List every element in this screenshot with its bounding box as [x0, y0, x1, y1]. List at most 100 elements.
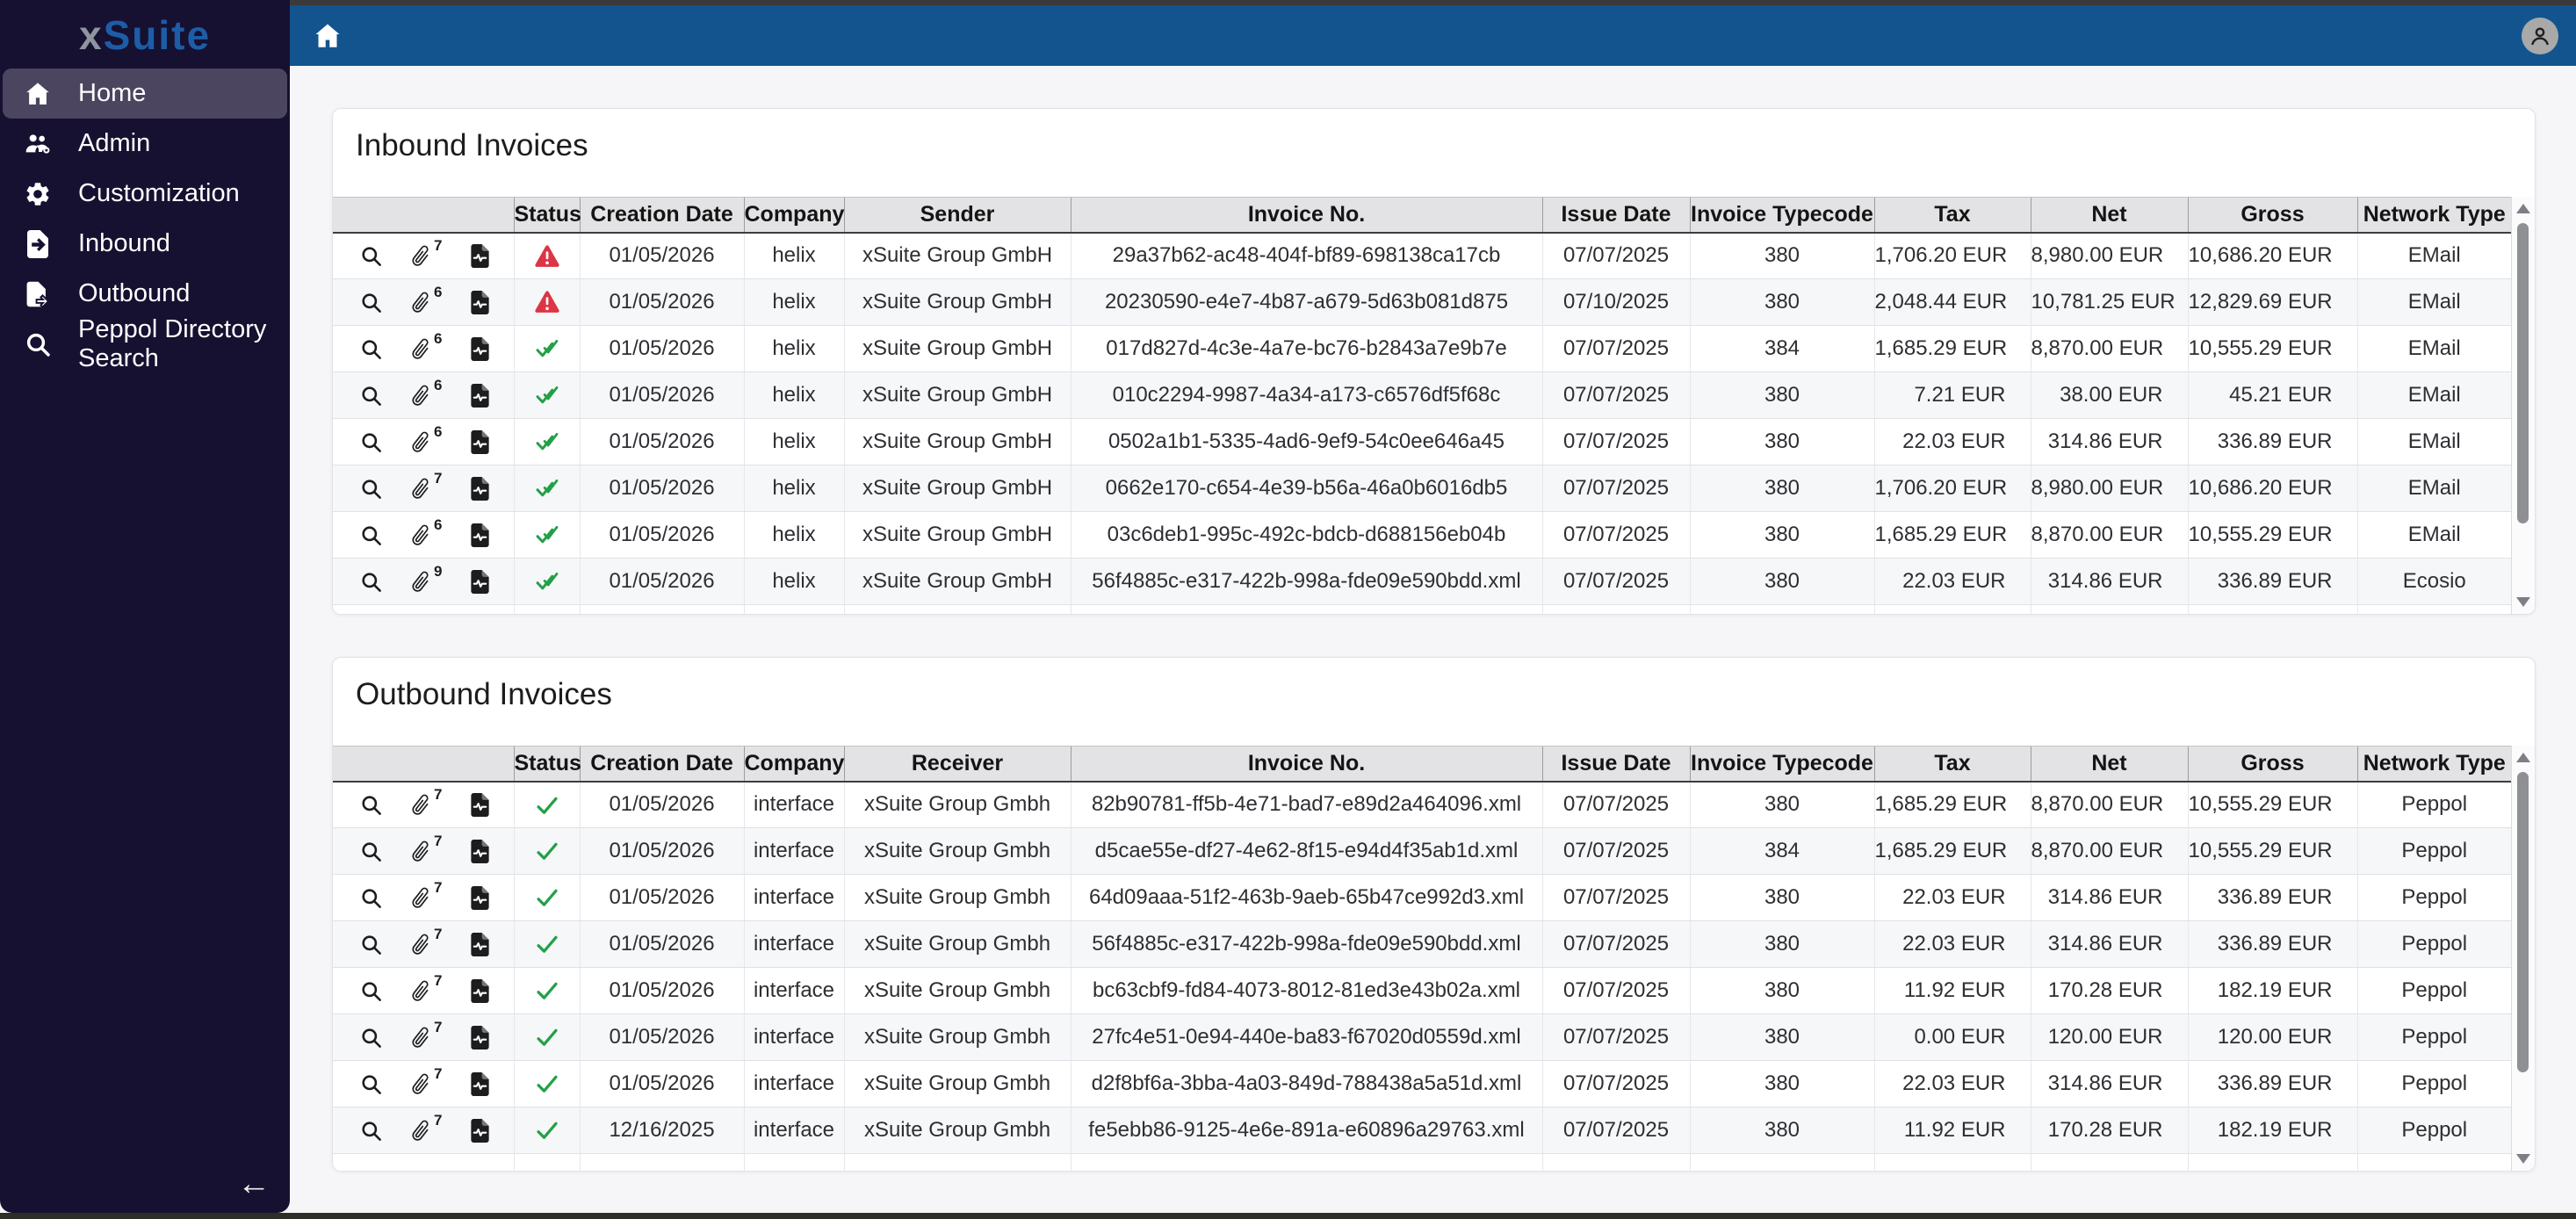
gross-cell: 10,555.29 EUR [2187, 781, 2357, 828]
creation-date-cell: 01/05/2026 [579, 967, 744, 1014]
network-cell: EMail [2356, 511, 2511, 559]
status-cell [513, 1013, 580, 1061]
document-pulse-icon[interactable] [468, 290, 492, 314]
outbound-scrollbar[interactable] [2511, 746, 2535, 1171]
attachment-count: 7 [434, 832, 443, 849]
search-icon[interactable] [359, 979, 383, 1003]
scroll-up-icon[interactable] [2516, 204, 2530, 213]
sidebar-item-inbound[interactable]: Inbound [3, 219, 287, 269]
search-icon[interactable] [359, 933, 383, 956]
paperclip-icon[interactable]: 9 [409, 563, 442, 594]
document-pulse-icon[interactable] [468, 839, 492, 863]
document-pulse-icon[interactable] [468, 523, 492, 547]
search-icon[interactable] [359, 570, 383, 594]
search-icon[interactable] [359, 430, 383, 454]
gross-cell: 336.89 EUR [2187, 418, 2357, 465]
column-header-invoice-typecode: Invoice Typecode [1689, 746, 1874, 783]
double-check-icon [534, 383, 560, 407]
document-pulse-icon[interactable] [468, 383, 492, 408]
sidebar-item-outbound[interactable]: Outbound [3, 269, 287, 319]
document-pulse-icon[interactable] [468, 885, 492, 910]
paperclip-icon[interactable]: 7 [409, 1065, 442, 1096]
paperclip-icon[interactable]: 7 [409, 1112, 442, 1143]
search-icon[interactable] [359, 793, 383, 817]
sidebar-item-customization[interactable]: Customization [3, 169, 287, 219]
net-cell: 314.86 EUR [2030, 418, 2188, 465]
creation-date-cell: 01/05/2026 [579, 418, 744, 465]
sidebar-item-peppol-directory-search[interactable]: Peppol Directory Search [3, 315, 287, 372]
document-pulse-icon[interactable] [468, 429, 492, 454]
scrollbar-thumb[interactable] [2517, 223, 2529, 523]
company-cell: interface [743, 874, 844, 921]
paperclip-icon[interactable]: 7 [409, 926, 442, 956]
typecode-cell: 384 [1689, 325, 1874, 372]
paperclip-icon[interactable]: 6 [409, 330, 442, 361]
paperclip-icon[interactable]: 6 [409, 377, 442, 408]
search-icon[interactable] [359, 1072, 383, 1096]
search-icon[interactable] [359, 886, 383, 910]
net-cell: 8,870.00 EUR [2030, 511, 2188, 559]
paperclip-icon[interactable]: 7 [409, 786, 442, 817]
paperclip-icon[interactable]: 7 [409, 833, 442, 863]
network-cell: EMail [2356, 465, 2511, 512]
paperclip-icon[interactable]: 7 [409, 470, 442, 501]
attachment-count: 7 [434, 1018, 443, 1035]
row-actions: 7 [333, 232, 514, 279]
tax-cell: 22.03 EUR [1873, 418, 2031, 465]
sidebar-collapse-arrow-icon[interactable]: ← [237, 1167, 271, 1201]
document-pulse-icon[interactable] [468, 1025, 492, 1049]
document-pulse-icon[interactable] [468, 476, 492, 501]
network-cell: Peppol [2356, 1013, 2511, 1061]
scrollbar-thumb[interactable] [2517, 772, 2529, 1072]
document-pulse-icon[interactable] [468, 1071, 492, 1096]
search-icon[interactable] [359, 291, 383, 314]
party-cell: xSuite Group Gmbh [843, 1013, 1071, 1061]
search-icon[interactable] [359, 1119, 383, 1143]
document-pulse-icon[interactable] [468, 1118, 492, 1143]
header-row: Status Creation Date Company Receiver Invoic… [333, 746, 2511, 783]
document-pulse-icon[interactable] [468, 336, 492, 361]
search-icon[interactable] [359, 477, 383, 501]
status-cell [513, 874, 580, 921]
search-icon[interactable] [359, 523, 383, 547]
search-icon[interactable] [359, 840, 383, 863]
tax-cell: 11.92 EUR [1873, 1107, 2031, 1154]
paperclip-icon[interactable]: 7 [409, 972, 442, 1003]
document-pulse-icon[interactable] [468, 569, 492, 594]
paperclip-icon[interactable]: 7 [409, 237, 442, 268]
party-cell: xSuite Group GmbH [843, 278, 1071, 326]
search-icon[interactable] [359, 1026, 383, 1049]
status-cell [513, 371, 580, 419]
home-icon[interactable] [313, 19, 346, 53]
outbound-invoices-title: Outbound Invoices [356, 677, 612, 711]
creation-date-cell: 01/05/2026 [579, 511, 744, 559]
document-pulse-icon[interactable] [468, 792, 492, 817]
scroll-down-icon[interactable] [2516, 1154, 2530, 1164]
paperclip-icon[interactable]: 7 [409, 879, 442, 910]
user-avatar[interactable] [2522, 17, 2558, 54]
tax-cell: 1,706.20 EUR [1873, 232, 2031, 279]
document-pulse-icon[interactable] [468, 932, 492, 956]
row-actions: 6 [333, 371, 514, 419]
scroll-up-icon[interactable] [2516, 753, 2530, 762]
paperclip-icon[interactable]: 6 [409, 284, 442, 314]
network-cell: Peppol [2356, 967, 2511, 1014]
search-icon[interactable] [359, 244, 383, 268]
paperclip-icon[interactable]: 7 [409, 1019, 442, 1049]
paperclip-icon[interactable]: 6 [409, 516, 442, 547]
document-pulse-icon[interactable] [468, 978, 492, 1003]
inbound-scrollbar[interactable] [2511, 197, 2535, 614]
column-header-receiver: Receiver [843, 746, 1071, 783]
status-cell [513, 418, 580, 465]
tax-cell: 1,685.29 EUR [1873, 511, 2031, 559]
paperclip-icon[interactable]: 6 [409, 423, 442, 454]
issue-date-cell: 07/07/2025 [1541, 827, 1690, 875]
scroll-down-icon[interactable] [2516, 597, 2530, 607]
sidebar-item-admin[interactable]: Admin [3, 119, 287, 169]
search-icon[interactable] [359, 384, 383, 408]
sidebar-item-home[interactable]: Home [3, 69, 287, 119]
document-pulse-icon[interactable] [468, 243, 492, 268]
search-icon[interactable] [359, 337, 383, 361]
party-cell: xSuite Group GmbH [843, 232, 1071, 279]
row-actions: 6 [333, 418, 514, 465]
